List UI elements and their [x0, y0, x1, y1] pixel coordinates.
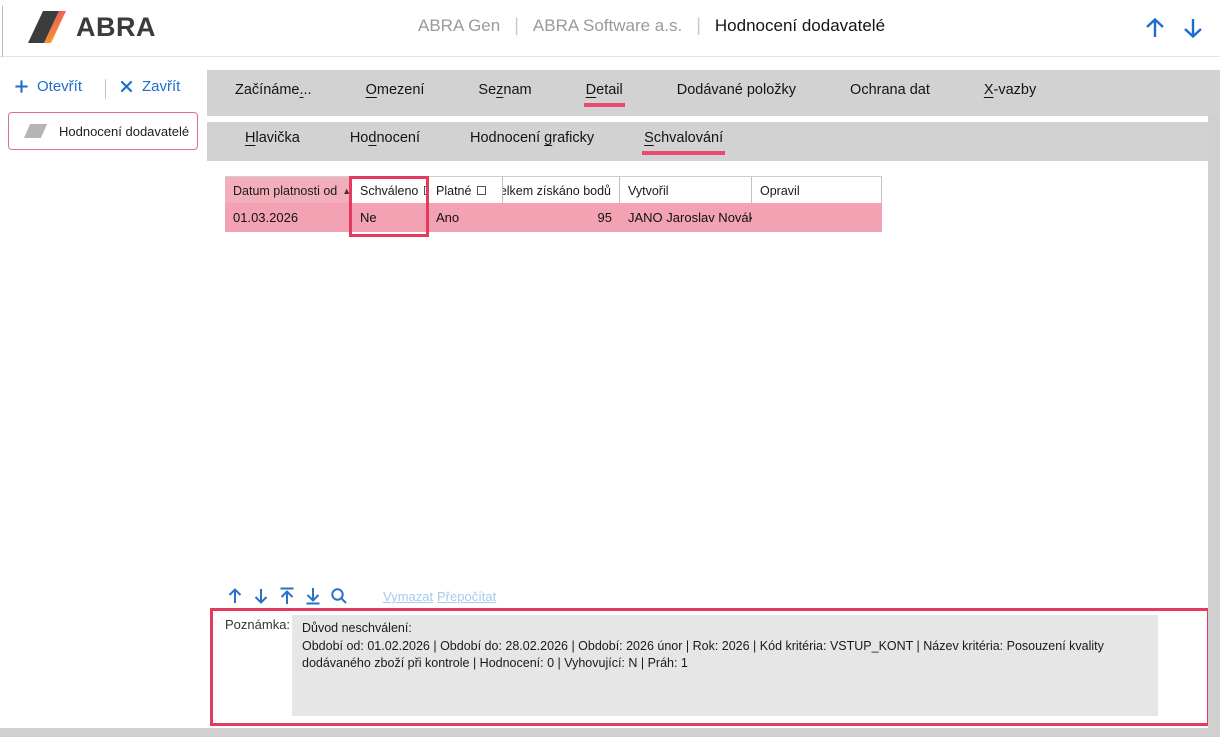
agenda-icon	[24, 124, 47, 138]
window-bottom-edge	[0, 728, 1220, 737]
search-button[interactable]	[329, 586, 349, 606]
row-cell-2: Ano	[428, 203, 503, 232]
column-header-2[interactable]: Platné	[428, 177, 503, 204]
record-up-button[interactable]	[1142, 15, 1168, 41]
recalculate-link[interactable]: Přepočítat	[437, 589, 496, 604]
move-up-icon	[225, 586, 245, 606]
row-cell-3: 95	[503, 203, 620, 232]
sidebar: Otevřít Zavřít Hodnocení dodavatelé	[0, 57, 206, 728]
main-tab-bar: Začínáme... Omezení Seznam Detail Dodávané p…	[207, 70, 1220, 116]
breadcrumb-item[interactable]: ABRA Gen	[418, 16, 500, 36]
column-header-label: Vytvořil	[628, 184, 669, 198]
move-down-icon	[251, 586, 271, 606]
column-header-label: Platné	[436, 184, 471, 198]
row-cell-1: Ne	[352, 203, 428, 232]
move-top-icon	[277, 586, 297, 606]
close-button[interactable]: Zavřít	[119, 78, 180, 95]
plus-icon	[14, 79, 29, 94]
sub-tab-0[interactable]: Hlavička	[243, 122, 302, 155]
clear-link[interactable]: Vymazat	[383, 589, 433, 604]
detail-sub-tab-bar: Hlavička Hodnocení Hodnocení graficky Schva…	[207, 122, 1220, 161]
main-tab-5[interactable]: Ochrana dat	[848, 70, 932, 107]
main-tab-2[interactable]: Seznam	[476, 70, 533, 107]
table-header-row: Datum platnosti od ▲ Schváleno Platné Celkem…	[225, 176, 882, 203]
row-cell-4: JANO Jaroslav Novák	[620, 203, 752, 232]
note-line2: Období od: 01.02.2026 | Období do: 28.02…	[302, 638, 1148, 673]
column-header-label: Celkem získáno bodů	[503, 184, 611, 198]
abra-logo-text: ABRA	[76, 12, 156, 43]
note-textbox[interactable]: Důvod neschválení: Období od: 01.02.2026…	[292, 615, 1158, 716]
note-label: Poznámka:	[225, 617, 290, 632]
sub-tab-2[interactable]: Hodnocení graficky	[468, 122, 596, 155]
column-header-label: Schváleno	[360, 184, 418, 198]
move-up-button[interactable]	[225, 586, 245, 606]
top-header: ABRA ABRA Gen|ABRA Software a.s.|Hodnoce…	[0, 0, 1220, 57]
move-top-button[interactable]	[277, 586, 297, 606]
column-header-4[interactable]: Vytvořil	[620, 177, 752, 204]
column-filter-checkbox[interactable]	[477, 186, 486, 195]
column-header-0[interactable]: Datum platnosti od ▲	[225, 177, 352, 204]
row-cell-5	[752, 203, 882, 232]
sub-tab-3-active[interactable]: Schvalování	[642, 122, 725, 155]
breadcrumb-item[interactable]: ABRA Software a.s.	[533, 16, 682, 36]
row-cell-0: 01.03.2026	[225, 203, 352, 232]
column-header-1[interactable]: Schváleno	[352, 177, 428, 204]
table-row[interactable]: 01.03.2026NeAno95JANO Jaroslav Novák	[225, 203, 882, 232]
close-icon	[119, 79, 134, 94]
search-icon	[329, 586, 349, 606]
main-tab-0[interactable]: Začínáme...	[233, 70, 314, 107]
breadcrumb: ABRA Gen|ABRA Software a.s.|Hodnocení do…	[418, 15, 885, 36]
arrow-down-icon	[1180, 15, 1206, 41]
open-button-label: Otevřít	[37, 78, 82, 95]
breadcrumb-separator: |	[682, 15, 715, 36]
app-window: ABRA ABRA Gen|ABRA Software a.s.|Hodnoce…	[0, 0, 1220, 737]
main-tab-4[interactable]: Dodávané položky	[675, 70, 798, 107]
sidebar-item-hodnoceni-dodavatele[interactable]: Hodnocení dodavatelé	[8, 112, 198, 150]
sort-asc-icon: ▲	[342, 186, 351, 196]
note-line1: Důvod neschválení:	[302, 620, 1148, 638]
column-header-label: Datum platnosti od	[233, 184, 337, 198]
abra-logo: ABRA	[28, 11, 156, 43]
abra-logo-icon	[28, 11, 70, 43]
row-navigation-toolbar	[225, 586, 349, 606]
open-button[interactable]: Otevřít	[14, 78, 82, 95]
main-tab-3-active[interactable]: Detail	[584, 70, 625, 107]
sidebar-item-label: Hodnocení dodavatelé	[59, 124, 189, 139]
column-header-3[interactable]: Celkem získáno bodů	[503, 177, 620, 204]
breadcrumb-separator: |	[500, 15, 533, 36]
move-down-button[interactable]	[251, 586, 271, 606]
column-header-5[interactable]: Opravil	[752, 177, 882, 204]
record-down-button[interactable]	[1180, 15, 1206, 41]
move-bottom-button[interactable]	[303, 586, 323, 606]
arrow-up-icon	[1142, 15, 1168, 41]
sidebar-button-divider	[105, 79, 106, 99]
sub-tab-1[interactable]: Hodnocení	[348, 122, 422, 155]
close-button-label: Zavřít	[142, 78, 180, 95]
column-header-label: Opravil	[760, 184, 800, 198]
window-right-edge	[1208, 116, 1220, 737]
move-bottom-icon	[303, 586, 323, 606]
main-tab-1[interactable]: Omezení	[364, 70, 427, 107]
breadcrumb-item: Hodnocení dodavatelé	[715, 16, 885, 36]
main-tab-6[interactable]: X-vazby	[982, 70, 1038, 107]
